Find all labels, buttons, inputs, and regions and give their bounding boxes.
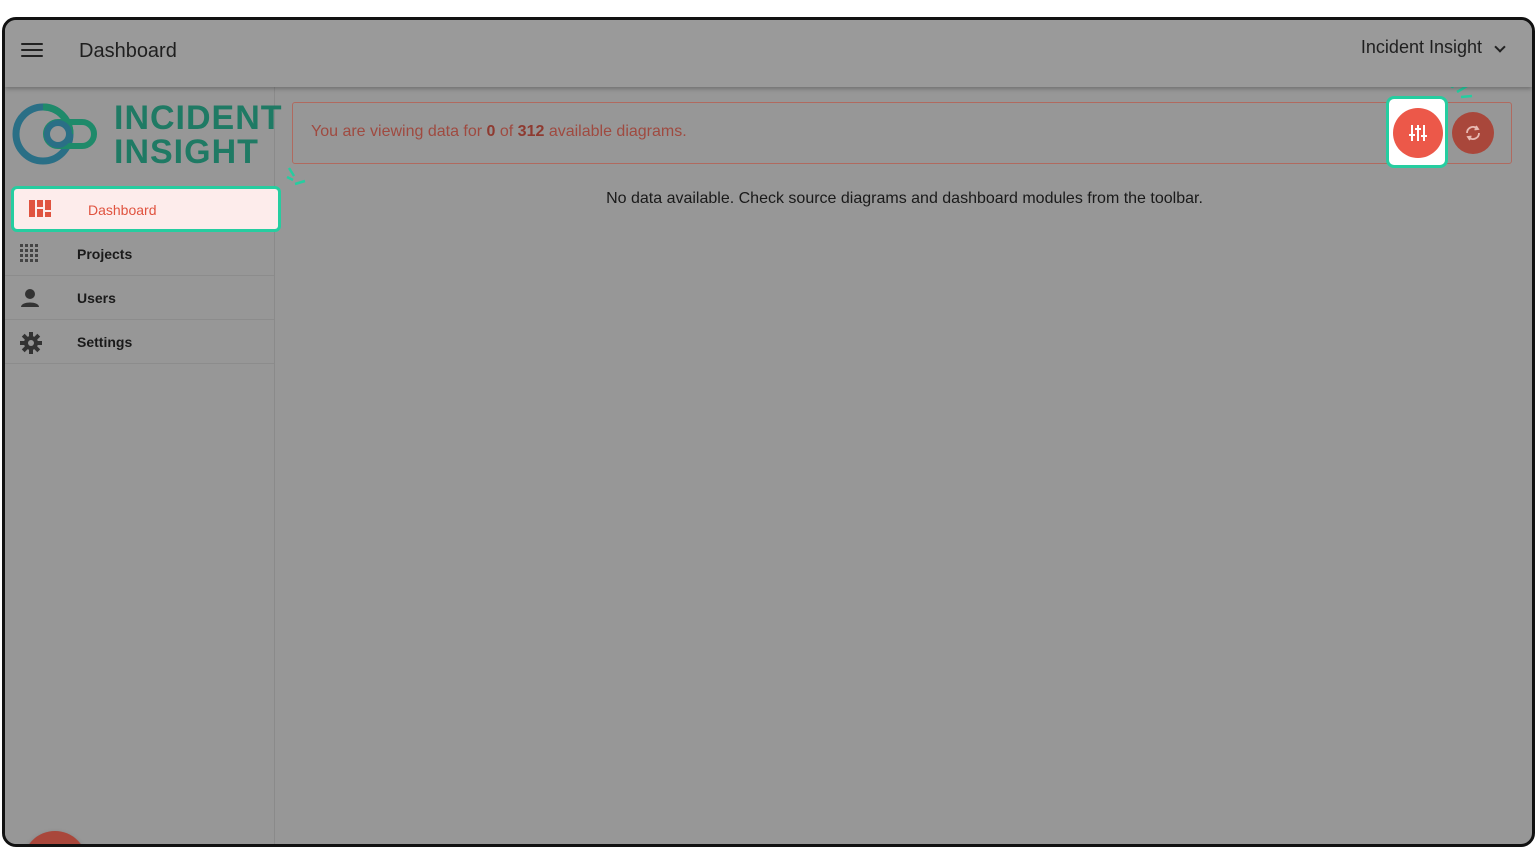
gear-icon (20, 332, 42, 359)
refresh-button[interactable] (1452, 112, 1494, 154)
banner-prefix: You are viewing data for (311, 123, 487, 140)
dashboard-icon (29, 200, 51, 222)
sidebar-item-label: Settings (77, 334, 133, 350)
logo-line-1: INCIDENT (114, 99, 283, 137)
refresh-icon (1466, 125, 1480, 141)
sidebar-item-label: Projects (77, 246, 133, 262)
grid-icon (20, 244, 40, 269)
logo-line-2: INSIGHT (114, 133, 259, 171)
banner-suffix: available diagrams. (544, 123, 687, 140)
filter-button-circle (1393, 108, 1443, 158)
highlight-sparkle-icon (286, 167, 306, 186)
top-app-bar: Dashboard Incident Insight (5, 20, 1532, 87)
sidebar-item-label: Dashboard (88, 202, 157, 218)
sidebar-item-label: Users (77, 290, 116, 306)
banner-middle: of (495, 123, 518, 140)
page-title: Dashboard (79, 40, 177, 62)
filter-button[interactable] (1386, 96, 1448, 168)
logo-mark-icon (12, 103, 97, 165)
workspace-name: Incident Insight (1360, 37, 1482, 57)
data-scope-banner: You are viewing data for 0 of 312 availa… (292, 102, 1512, 164)
empty-state-message: No data available. Check source diagrams… (606, 190, 1203, 207)
sliders-icon (1409, 125, 1427, 141)
hamburger-menu-icon[interactable] (21, 43, 43, 61)
person-icon (20, 288, 40, 313)
sidebar-item-settings[interactable]: Settings (5, 320, 274, 364)
help-chat-button[interactable]: ? (23, 831, 87, 847)
chevron-down-icon (1494, 40, 1506, 53)
help-chat-icon: ? (38, 846, 72, 847)
banner-text: You are viewing data for 0 of 312 availa… (311, 123, 687, 141)
sidebar-item-users[interactable]: Users (5, 276, 274, 320)
workspace-selector[interactable]: Incident Insight (1360, 37, 1506, 58)
sidebar-item-dashboard[interactable]: Dashboard (11, 186, 281, 232)
sidebar-item-projects[interactable]: Projects (5, 232, 274, 276)
total-count: 312 (517, 123, 545, 140)
app-window: Dashboard Incident Insight INCIDENT INSI… (2, 17, 1535, 847)
incident-insight-logo: INCIDENT INSIGHT (12, 101, 282, 171)
sidebar: INCIDENT INSIGHT Dashboard Projects User… (5, 87, 282, 847)
